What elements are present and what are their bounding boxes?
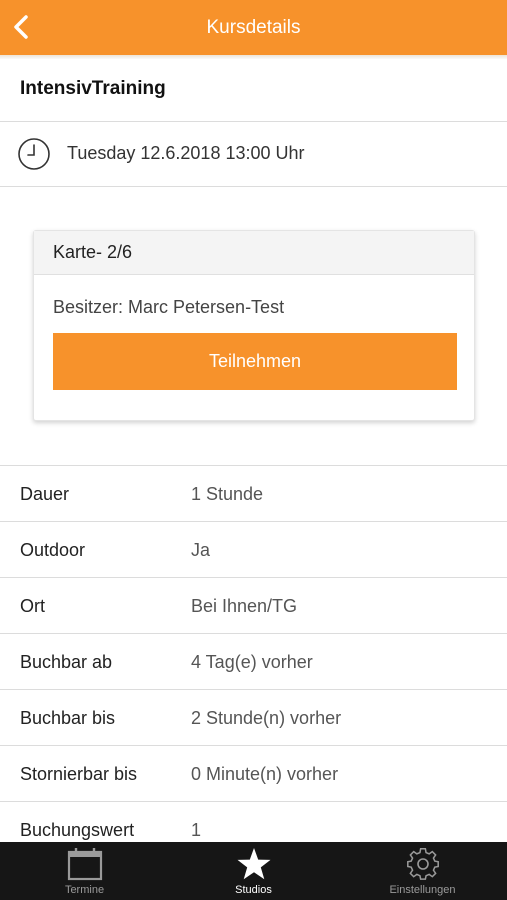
detail-value: 1	[191, 820, 202, 840]
tab-label: Einstellungen	[389, 884, 456, 896]
calendar-icon	[67, 848, 102, 881]
card-title: Karte- 2/6	[34, 231, 474, 275]
detail-label: Buchbar ab	[20, 652, 113, 672]
page-title: Kursdetails	[206, 16, 301, 38]
course-datetime-row: Tuesday 12.6.2018 13:00 Uhr	[0, 122, 507, 186]
detail-row-duration: Dauer 1 Stunde	[0, 466, 507, 522]
detail-label: Ort	[20, 596, 45, 616]
detail-row-location: Ort Bei Ihnen/TG	[0, 578, 507, 634]
tab-label: Studios	[235, 884, 272, 896]
detail-label: Dauer	[20, 484, 70, 504]
detail-value: 4 Tag(e) vorher	[191, 652, 313, 672]
gear-icon	[406, 847, 439, 880]
detail-value: 2 Stunde(n) vorher	[191, 708, 342, 728]
detail-label: Outdoor	[20, 540, 86, 560]
tab-einstellungen[interactable]: Einstellungen	[338, 842, 507, 900]
detail-row-cancellable-until: Stornierbar bis 0 Minute(n) vorher	[0, 746, 507, 802]
detail-label: Buchungswert	[20, 820, 135, 840]
chevron-left-icon[interactable]	[8, 12, 36, 42]
detail-label: Stornierbar bis	[20, 764, 138, 784]
tab-label: Termine	[64, 884, 105, 896]
detail-label: Buchbar bis	[20, 708, 116, 728]
detail-row-outdoor: Outdoor Ja	[0, 522, 507, 578]
detail-row-bookable-from: Buchbar ab 4 Tag(e) vorher	[0, 634, 507, 690]
detail-row-bookable-until: Buchbar bis 2 Stunde(n) vorher	[0, 690, 507, 746]
ticket-card: Karte- 2/6 Besitzer: Marc Petersen-Test …	[33, 230, 475, 421]
star-icon	[237, 848, 270, 880]
nav-bar-shadow	[0, 55, 507, 59]
course-datetime: Tuesday 12.6.2018 13:00 Uhr	[67, 143, 305, 163]
detail-value: Bei Ihnen/TG	[191, 596, 298, 616]
detail-value: Ja	[191, 540, 211, 560]
card-owner: Besitzer: Marc Petersen-Test	[53, 297, 285, 317]
tab-bar: Termine Studios Einstellungen	[0, 842, 507, 900]
join-button[interactable]: Teilnehmen	[53, 333, 457, 390]
detail-value: 0 Minute(n) vorher	[191, 764, 339, 784]
detail-value: 1 Stunde	[191, 484, 264, 504]
divider	[0, 186, 507, 187]
tab-studios[interactable]: Studios	[169, 842, 338, 900]
clock-icon	[18, 138, 50, 170]
tab-termine[interactable]: Termine	[0, 842, 169, 900]
course-name: IntensivTraining	[20, 78, 166, 99]
nav-bar: Kursdetails	[0, 0, 507, 55]
